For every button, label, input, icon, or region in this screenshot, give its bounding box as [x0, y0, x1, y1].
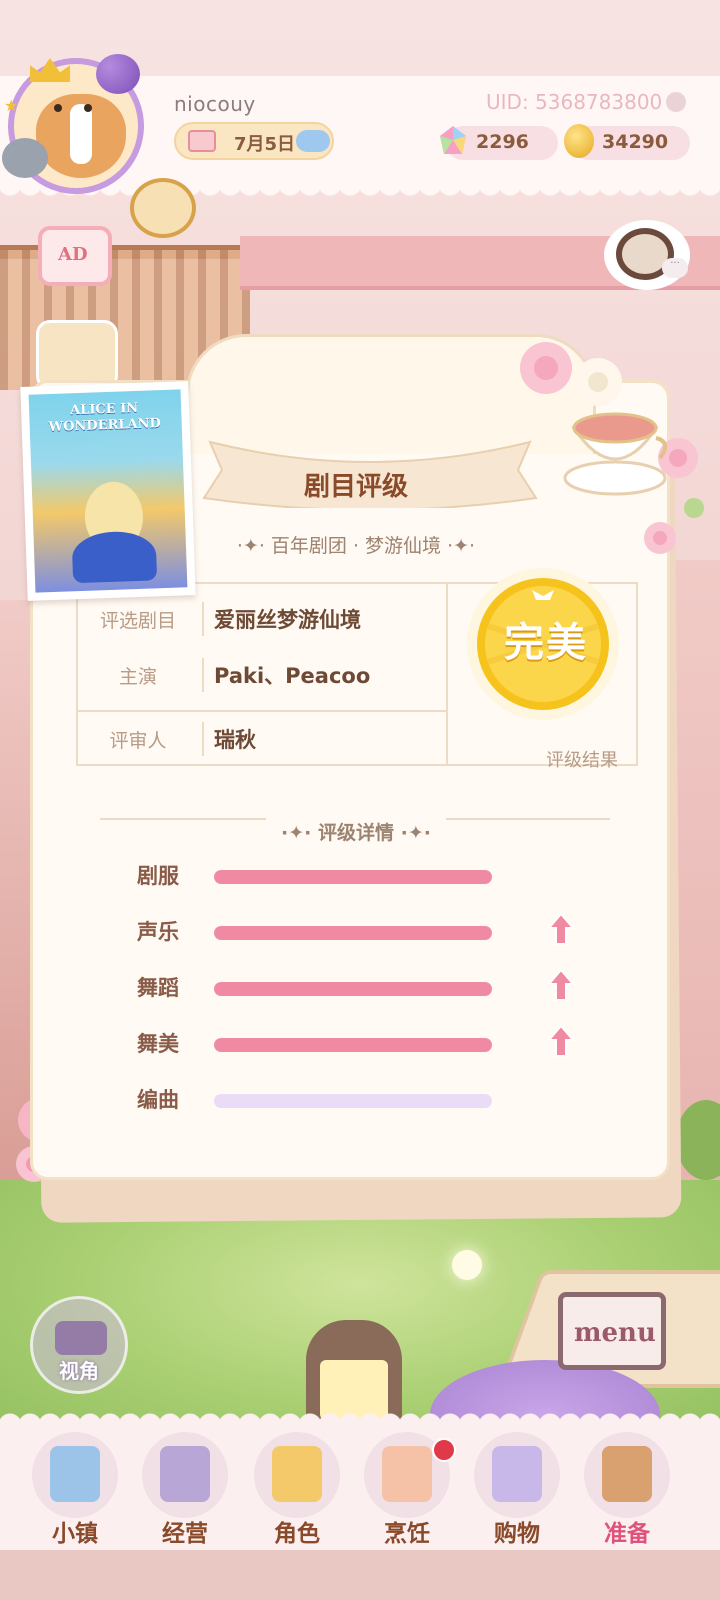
nav-label: 小镇 — [52, 1521, 98, 1547]
star-icon: ★ — [4, 96, 19, 115]
info-value: Paki、Peacoo — [214, 664, 371, 688]
bag-lock-icon — [160, 1446, 210, 1502]
uid-label: UID: 5368783800 — [486, 90, 663, 114]
cat-chat-button[interactable]: ··· — [604, 220, 690, 290]
stat-row: 舞美 — [130, 1024, 590, 1062]
detail-title: ·✦· 评级详情 ·✦· — [266, 818, 446, 845]
info-row-lead: 主演 Paki、Peacoo — [78, 648, 446, 704]
gem-counter[interactable]: 2296 — [440, 126, 558, 160]
garden-light — [452, 1250, 482, 1280]
stat-bar-fill — [214, 982, 492, 996]
nav-label: 经营 — [162, 1521, 208, 1547]
nav-item[interactable]: 经营 — [130, 1426, 240, 1547]
username: niocouy — [174, 92, 256, 116]
nav-item[interactable]: 角色 — [242, 1426, 352, 1547]
stat-bar-track — [214, 1038, 492, 1052]
nav-label: 准备 — [604, 1521, 650, 1547]
coin-counter[interactable]: 34290 — [564, 124, 690, 160]
camera-view-button[interactable]: 视角 — [30, 1296, 128, 1394]
nav-label: 烹饪 — [384, 1521, 430, 1547]
menu-button[interactable]: menu — [552, 1276, 672, 1376]
sandwich-icon — [382, 1446, 432, 1502]
stat-bar-track — [214, 870, 492, 884]
coin-count: 34290 — [602, 131, 669, 153]
stat-bar-track — [214, 982, 492, 996]
stat-label: 剧服 — [137, 864, 179, 888]
date-pill[interactable]: 7月5日 — [174, 122, 334, 160]
video-camera-icon — [55, 1321, 107, 1355]
info-label: 主演 — [118, 666, 157, 688]
basket-icon — [602, 1446, 652, 1502]
date-label: 7月5日 — [234, 134, 296, 155]
rating-result: 完美 — [504, 619, 588, 666]
info-value: 瑞秋 — [214, 728, 256, 752]
ad-button[interactable]: AD — [38, 226, 112, 286]
upgrade-arrow-icon — [548, 968, 574, 1001]
result-label: 评级结果 — [546, 750, 618, 771]
card-title: 剧目评级 — [303, 472, 408, 502]
nav-label: 角色 — [274, 1521, 320, 1547]
stat-label: 声乐 — [137, 920, 179, 944]
nav-item[interactable]: 购物 — [462, 1426, 572, 1547]
cat-pet-icon — [2, 138, 48, 178]
stat-row: 舞蹈 — [130, 968, 590, 1006]
stat-row: 声乐 — [130, 912, 590, 950]
info-row-play: 评选剧目 爱丽丝梦游仙境 — [78, 592, 446, 648]
card-subtitle: ·✦· 百年剧团 · 梦游仙境 ·✦· — [236, 535, 476, 557]
menu-label: menu — [574, 1318, 656, 1348]
alice-poster: ALICE IN WONDERLAND — [20, 381, 196, 601]
notification-badge — [432, 1438, 456, 1462]
stat-row: 剧服 — [130, 858, 590, 894]
calendar-icon — [188, 130, 216, 152]
view-label: 视角 — [59, 1359, 99, 1383]
weather-cloud-icon — [296, 130, 330, 152]
coin-icon — [564, 124, 594, 158]
stat-bar-fill — [214, 1038, 492, 1052]
bottom-edge — [0, 1550, 720, 1600]
nav-label: 购物 — [494, 1521, 540, 1547]
stat-bar-fill — [214, 870, 492, 884]
info-value: 爱丽丝梦游仙境 — [214, 608, 361, 632]
teacup-icon — [563, 412, 668, 496]
stat-label: 舞美 — [137, 1032, 179, 1056]
portrait-frame — [130, 178, 196, 238]
info-label: 评选剧目 — [99, 610, 176, 632]
dog-avatar-icon — [36, 94, 126, 178]
nav-item[interactable]: 准备 — [572, 1426, 682, 1547]
shopping-bag-icon — [492, 1446, 542, 1502]
stat-bar-track — [214, 1094, 492, 1108]
info-label: 评审人 — [109, 730, 167, 752]
upgrade-arrow-icon — [548, 1024, 574, 1057]
map-icon — [50, 1446, 100, 1502]
stat-row: 编曲 — [130, 1082, 590, 1118]
poster-title: ALICE IN WONDERLAND — [48, 400, 162, 436]
alice-icon — [272, 1446, 322, 1502]
ad-label: AD — [58, 244, 88, 265]
stat-bar-fill — [214, 926, 492, 940]
grape-icon — [96, 54, 140, 94]
gem-count: 2296 — [476, 131, 529, 153]
stat-bar-track — [214, 926, 492, 940]
rating-info-table: 评选剧目 爱丽丝梦游仙境 主演 Paki、Peacoo 评审人 瑞秋 — [76, 582, 446, 766]
speech-bubble-icon: ··· — [662, 258, 688, 278]
info-row-judge: 评审人 瑞秋 — [78, 710, 446, 768]
nav-item[interactable]: 小镇 — [20, 1426, 130, 1547]
copy-uid-icon[interactable] — [666, 92, 686, 112]
rainbow-gem-icon — [440, 126, 466, 154]
upgrade-arrow-icon — [548, 912, 574, 945]
stat-label: 编曲 — [137, 1088, 179, 1112]
stat-label: 舞蹈 — [137, 976, 179, 1000]
